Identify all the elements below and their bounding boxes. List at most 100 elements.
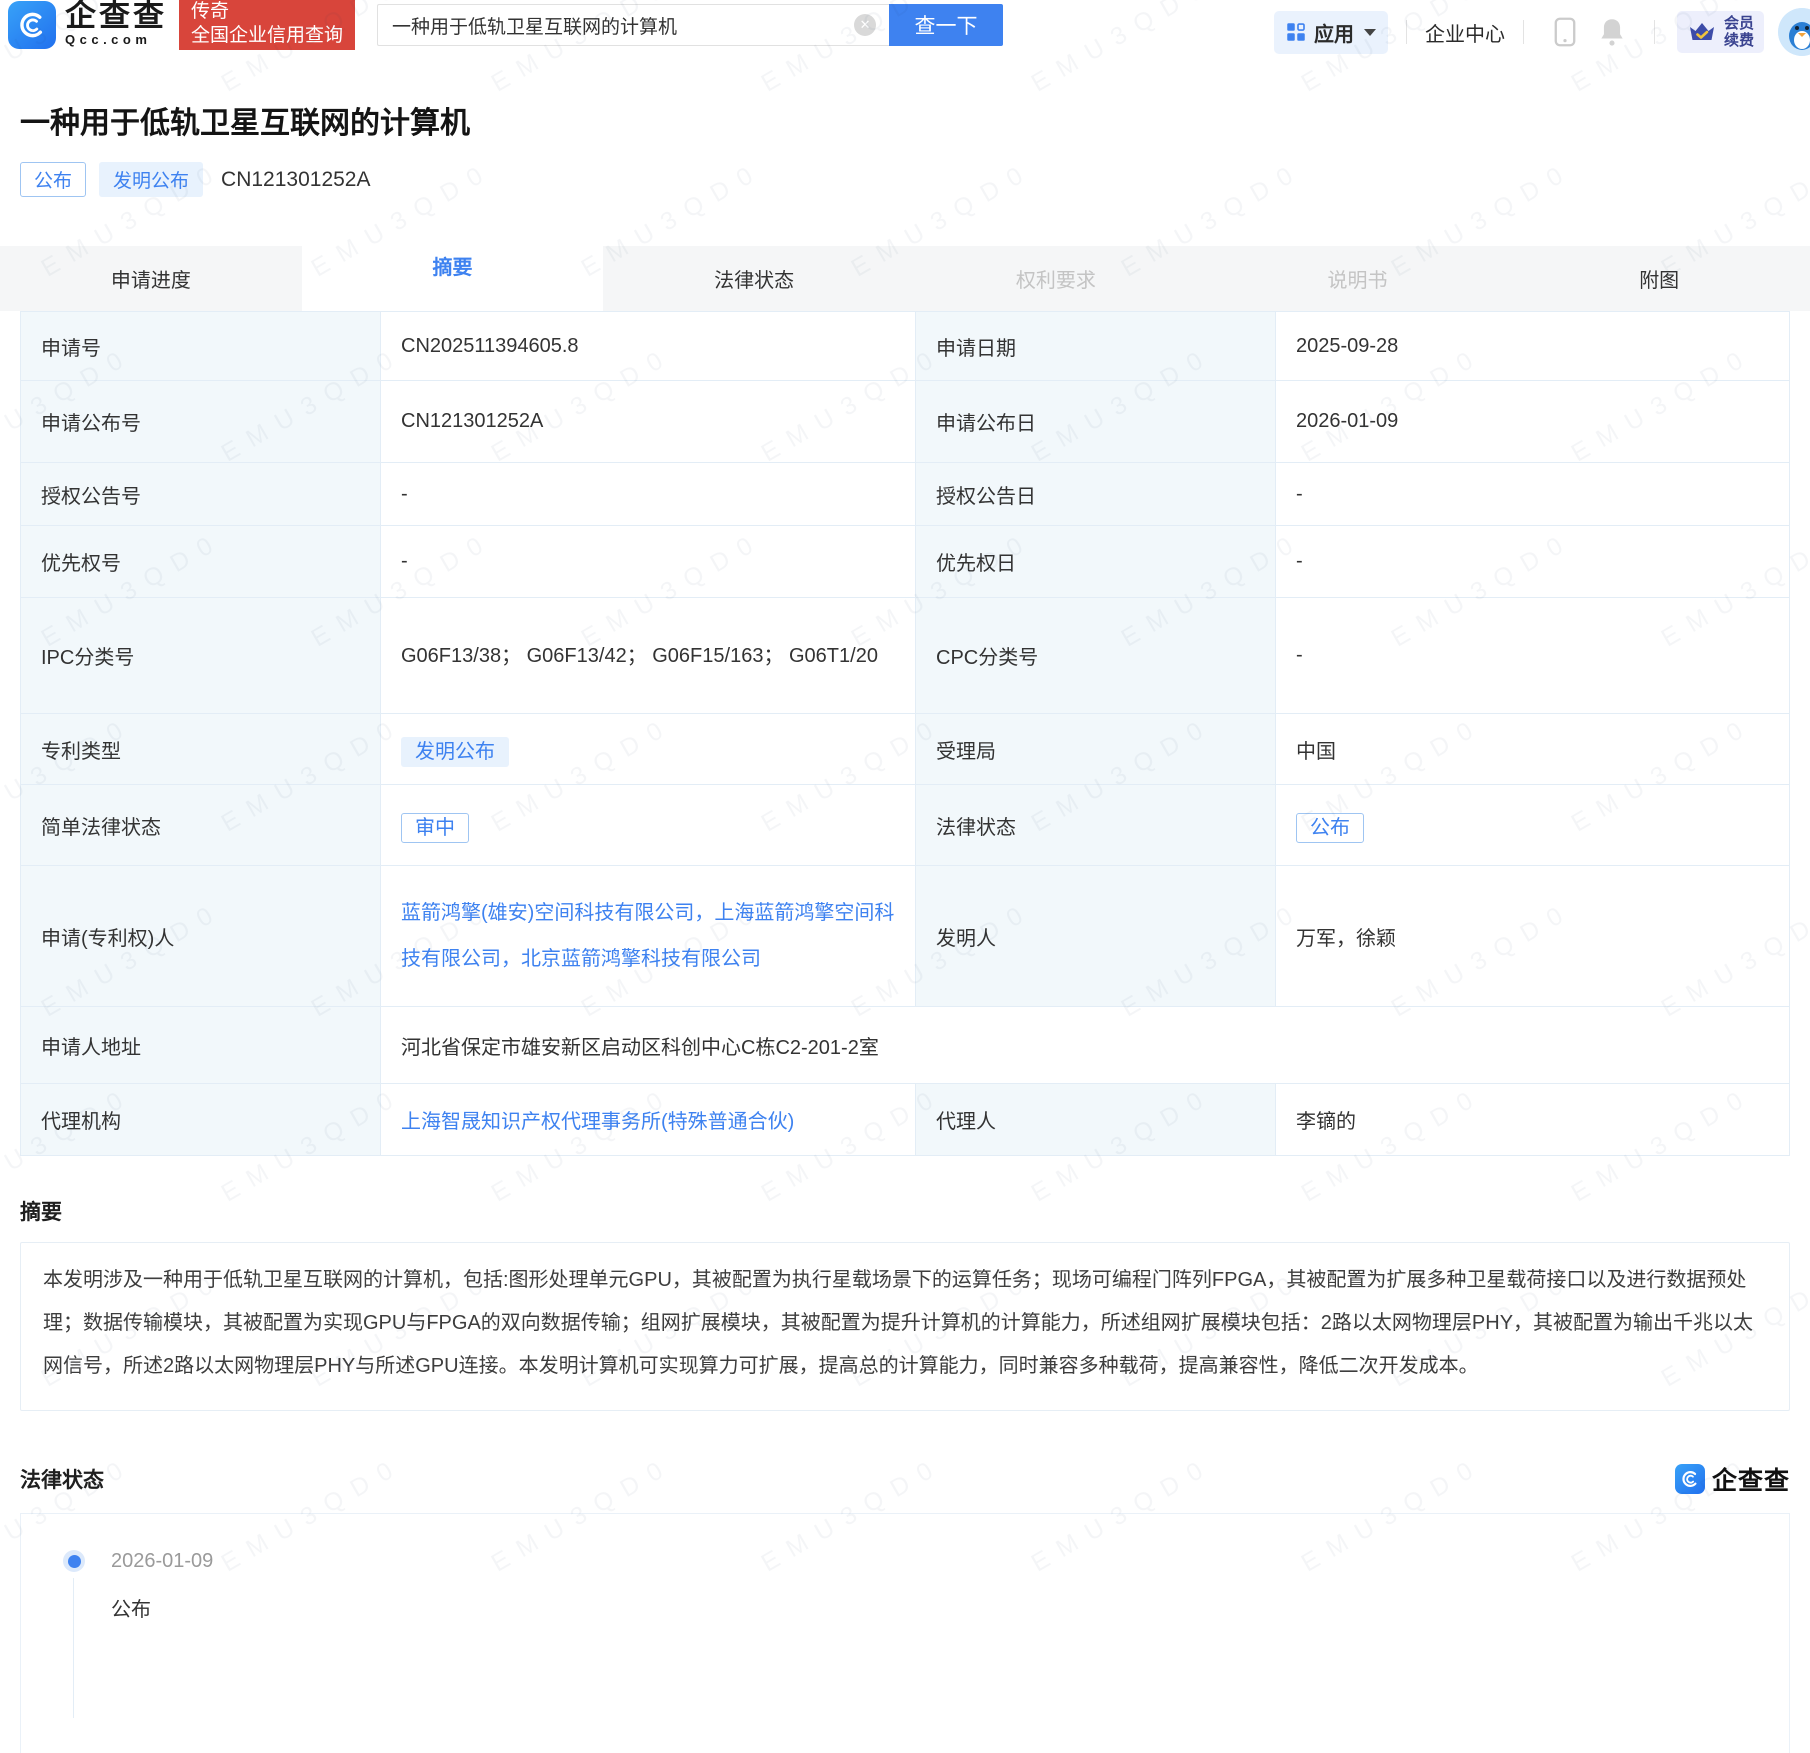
field-value: 中国 <box>1276 714 1790 785</box>
qcc-logo-text: 企查查 Qcc.com <box>65 0 167 47</box>
table-row: 申请(专利权)人 蓝箭鸿擎(雄安)空间科技有限公司，上海蓝箭鸿擎空间科技有限公司… <box>21 866 1790 1007</box>
field-value: 2026-01-09 <box>1276 381 1790 463</box>
table-row: IPC分类号 G06F13/38； G06F13/42； G06F15/163；… <box>21 598 1790 714</box>
member-renew-button[interactable]: 会员 续费 <box>1677 11 1764 53</box>
tab-drawings[interactable]: 附图 <box>1508 246 1810 311</box>
table-row: 申请公布号 CN121301252A 申请公布日 2026-01-09 <box>21 381 1790 463</box>
field-label: CPC分类号 <box>916 598 1276 714</box>
field-label: 申请公布号 <box>21 381 381 463</box>
agency-link[interactable]: 上海智晟知识产权代理事务所(特殊普通合伙) <box>401 1111 794 1133</box>
patent-type-badge: 发明公布 <box>99 162 203 197</box>
table-row: 专利类型 发明公布 受理局 中国 <box>21 714 1790 785</box>
timeline-date: 2026-01-09 <box>111 1550 1789 1573</box>
crown-icon <box>1687 20 1717 44</box>
publication-number: CN121301252A <box>221 168 370 192</box>
field-value: 李镝的 <box>1276 1084 1790 1156</box>
notifications-icon[interactable] <box>1598 17 1626 47</box>
tab-application-progress[interactable]: 申请进度 <box>0 246 302 311</box>
clear-search-icon[interactable]: ✕ <box>854 14 876 36</box>
field-label: 申请人地址 <box>21 1007 381 1084</box>
field-value: 万军，徐颖 <box>1276 866 1790 1007</box>
separator: ， <box>501 948 521 970</box>
field-value: 审中 <box>381 785 916 866</box>
tab-abstract[interactable]: 摘要 <box>302 219 604 311</box>
legal-status-timeline: 2026-01-09 公布 <box>20 1513 1790 1753</box>
field-value: - <box>1276 598 1790 714</box>
field-value: 上海智晟知识产权代理事务所(特殊普通合伙) <box>381 1084 916 1156</box>
abstract-heading: 摘要 <box>20 1196 1790 1226</box>
table-row: 授权公告号 - 授权公告日 - <box>21 463 1790 526</box>
patent-badges: 公布 发明公布 CN121301252A <box>20 162 1790 197</box>
field-label: 申请(专利权)人 <box>21 866 381 1007</box>
field-label: 法律状态 <box>916 785 1276 866</box>
qcc-logo-icon <box>8 1 56 49</box>
apps-menu[interactable]: 应用 <box>1274 11 1388 54</box>
header-nav: 应用 企业中心 会员 续费 <box>1274 8 1810 56</box>
applicant-link[interactable]: 蓝箭鸿擎(雄安)空间科技有限公司 <box>401 902 694 924</box>
patent-type-badge: 发明公布 <box>401 737 509 767</box>
mobile-app-icon[interactable] <box>1552 17 1578 47</box>
qcc-logo-icon <box>1675 1464 1705 1494</box>
qcc-logo[interactable]: 企查查 Qcc.com <box>8 0 167 49</box>
field-value: 2025-09-28 <box>1276 312 1790 381</box>
field-value: 蓝箭鸿擎(雄安)空间科技有限公司，上海蓝箭鸿擎空间科技有限公司，北京蓝箭鸿擎科技… <box>381 866 916 1007</box>
simple-legal-status-badge: 审中 <box>401 813 469 843</box>
field-value: - <box>1276 526 1790 598</box>
table-row: 简单法律状态 审中 法律状态 公布 <box>21 785 1790 866</box>
table-row: 代理机构 上海智晟知识产权代理事务所(特殊普通合伙) 代理人 李镝的 <box>21 1084 1790 1156</box>
abstract-text: 本发明涉及一种用于低轨卫星互联网的计算机，包括:图形处理单元GPU，其被配置为执… <box>20 1242 1790 1411</box>
field-label: 专利类型 <box>21 714 381 785</box>
field-value: 河北省保定市雄安新区启动区科创中心C栋C2-201-2室 <box>381 1007 1790 1084</box>
enterprise-center-link[interactable]: 企业中心 <box>1425 18 1505 47</box>
legal-status-badge: 公布 <box>1296 813 1364 843</box>
field-label: 申请日期 <box>916 312 1276 381</box>
page-title: 一种用于低轨卫星互联网的计算机 <box>20 98 1790 142</box>
search-input[interactable] <box>377 4 889 46</box>
timeline-dot-icon <box>63 1550 85 1572</box>
separator: ， <box>694 902 714 924</box>
divider <box>1523 20 1524 44</box>
field-label: 申请公布日 <box>916 381 1276 463</box>
field-label: 优先权号 <box>21 526 381 598</box>
patent-detail-table: 申请号 CN202511394605.8 申请日期 2025-09-28 申请公… <box>20 311 1790 1156</box>
field-label: IPC分类号 <box>21 598 381 714</box>
field-value: CN121301252A <box>381 381 916 463</box>
user-avatar[interactable] <box>1778 8 1810 56</box>
field-label: 授权公告号 <box>21 463 381 526</box>
table-row: 申请人地址 河北省保定市雄安新区启动区科创中心C栋C2-201-2室 <box>21 1007 1790 1084</box>
divider <box>1406 20 1407 44</box>
legal-status-heading: 法律状态 <box>20 1464 104 1494</box>
field-label: 简单法律状态 <box>21 785 381 866</box>
brand-tagline-badge: 传奇 全国企业信用查询 <box>179 0 355 50</box>
applicant-link[interactable]: 北京蓝箭鸿擎科技有限公司 <box>521 948 761 970</box>
search-button[interactable]: 查一下 <box>889 4 1003 46</box>
field-value: - <box>381 463 916 526</box>
timeline-event: 公布 <box>111 1593 1789 1622</box>
apps-grid-icon <box>1286 22 1306 42</box>
field-value: - <box>1276 463 1790 526</box>
field-value: 公布 <box>1276 785 1790 866</box>
tab-description: 说明书 <box>1207 246 1509 311</box>
status-badge: 公布 <box>20 162 86 197</box>
legal-status-header: 法律状态 企查查 <box>20 1461 1790 1497</box>
chevron-down-icon <box>1364 29 1376 36</box>
search-bar: ✕ 查一下 <box>377 4 1003 46</box>
top-header: 企查查 Qcc.com 传奇 全国企业信用查询 ✕ 查一下 应用 企业中心 <box>0 0 1810 62</box>
tab-claims: 权利要求 <box>905 246 1207 311</box>
field-label: 申请号 <box>21 312 381 381</box>
field-label: 代理人 <box>916 1084 1276 1156</box>
divider <box>1654 20 1655 44</box>
qcc-watermark-logo: 企查查 <box>1675 1461 1790 1497</box>
field-label: 代理机构 <box>21 1084 381 1156</box>
tab-legal-status[interactable]: 法律状态 <box>603 246 905 311</box>
table-row: 优先权号 - 优先权日 - <box>21 526 1790 598</box>
field-label: 优先权日 <box>916 526 1276 598</box>
timeline-connector <box>73 1578 74 1718</box>
field-value: 发明公布 <box>381 714 916 785</box>
timeline-item: 2026-01-09 公布 <box>63 1550 1789 1622</box>
tab-bar: 申请进度 摘要 法律状态 权利要求 说明书 附图 <box>0 219 1810 311</box>
field-label: 授权公告日 <box>916 463 1276 526</box>
field-value: - <box>381 526 916 598</box>
field-value: CN202511394605.8 <box>381 312 916 381</box>
field-label: 受理局 <box>916 714 1276 785</box>
